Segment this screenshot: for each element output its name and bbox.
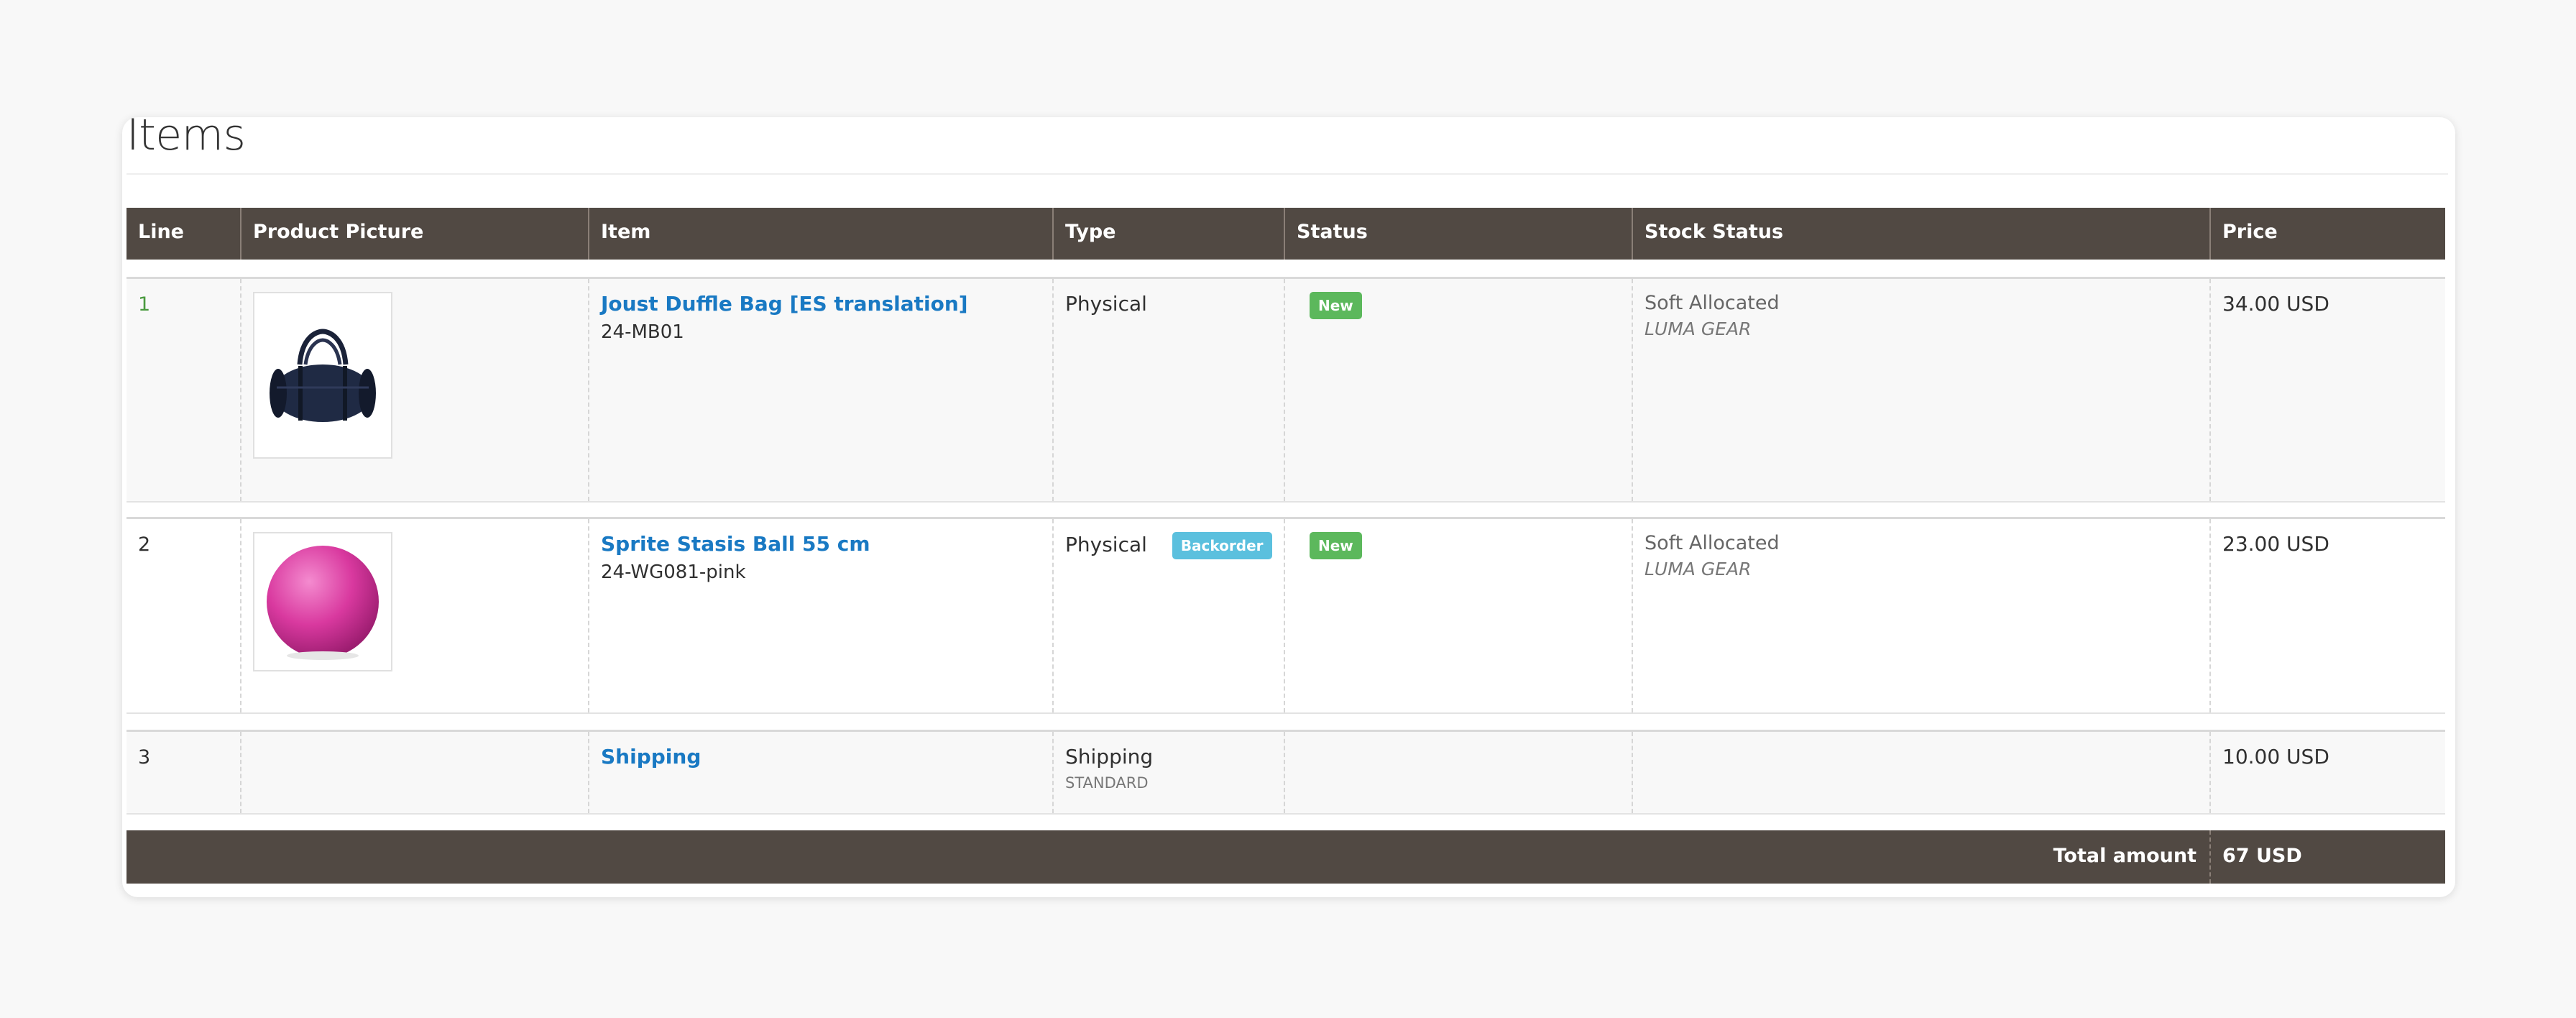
item-sku: 24-WG081-pink xyxy=(601,561,746,583)
picture-cell xyxy=(242,519,589,712)
header-product-picture[interactable]: Product Picture xyxy=(242,208,589,260)
price-cell: 10.00 USD xyxy=(2211,732,2445,813)
stock-source: LUMA GEAR xyxy=(1644,318,1752,339)
item-type: Shipping xyxy=(1065,745,1154,769)
line-cell: 1 xyxy=(126,279,242,501)
status-badge: New xyxy=(1310,292,1362,319)
item-cell: Sprite Stasis Ball 55 cm 24-WG081-pink xyxy=(589,519,1054,712)
title-divider xyxy=(126,173,2448,175)
header-line[interactable]: Line xyxy=(126,208,242,260)
stock-status: Soft Allocated xyxy=(1644,292,1780,314)
backorder-badge: Backorder xyxy=(1172,532,1272,559)
product-thumbnail[interactable] xyxy=(253,532,392,671)
picture-cell xyxy=(242,732,589,813)
line-cell: 3 xyxy=(126,732,242,813)
stock-status: Soft Allocated xyxy=(1644,532,1780,554)
item-link[interactable]: Shipping xyxy=(601,745,1052,769)
picture-cell xyxy=(242,279,589,501)
line-number: 2 xyxy=(138,533,151,556)
page-title: Items xyxy=(126,110,246,160)
item-cell: Shipping xyxy=(589,732,1054,813)
item-cell: Joust Duffle Bag [ES translation] 24-MB0… xyxy=(589,279,1054,501)
header-type[interactable]: Type xyxy=(1054,208,1285,260)
item-sku: 24-MB01 xyxy=(601,321,684,343)
item-type: Physical xyxy=(1065,292,1147,316)
line-number: 3 xyxy=(138,746,151,769)
status-cell: New xyxy=(1285,279,1633,501)
stock-status-cell: Soft Allocated LUMA GEAR xyxy=(1633,279,2211,501)
items-table: Line Product Picture Item Type Status St… xyxy=(126,208,2445,884)
header-item[interactable]: Item xyxy=(589,208,1054,260)
item-type: Physical xyxy=(1065,533,1147,556)
status-badge: New xyxy=(1310,532,1362,559)
items-panel: Items Line Product Picture Item Type Sta… xyxy=(122,110,2455,897)
stock-status-cell: Soft Allocated LUMA GEAR xyxy=(1633,519,2211,712)
status-cell xyxy=(1285,732,1633,813)
table-row: 1 Joust Duffle Bag [ES translation] 24-M… xyxy=(126,277,2445,503)
stock-source: LUMA GEAR xyxy=(1644,559,1752,579)
line-number: 1 xyxy=(138,293,151,316)
product-thumbnail[interactable] xyxy=(253,292,392,459)
stock-status-cell xyxy=(1633,732,2211,813)
total-amount-value: 67 USD xyxy=(2222,845,2302,867)
type-cell: Shipping STANDARD xyxy=(1054,732,1285,813)
header-stock-status[interactable]: Stock Status xyxy=(1633,208,2211,260)
type-cell: Physical xyxy=(1054,279,1285,501)
price-cell: 23.00 USD xyxy=(2211,519,2445,712)
item-price: 34.00 USD xyxy=(2222,292,2329,316)
total-amount-label: Total amount xyxy=(126,830,2211,884)
table-row: 3 Shipping Shipping STANDARD 10.00 USD xyxy=(126,730,2445,815)
stasis-ball-icon xyxy=(267,546,379,660)
line-cell: 2 xyxy=(126,519,242,712)
price-cell: 34.00 USD xyxy=(2211,279,2445,501)
item-link[interactable]: Sprite Stasis Ball 55 cm xyxy=(601,532,1052,556)
item-price: 10.00 USD xyxy=(2222,745,2329,769)
table-footer: Total amount 67 USD xyxy=(126,830,2445,884)
shipping-method: STANDARD xyxy=(1065,774,1149,792)
table-row: 2 Sprite Stasis Ball 55 cm 24-WG081-pink… xyxy=(126,517,2445,714)
status-cell: New xyxy=(1285,519,1633,712)
table-header: Line Product Picture Item Type Status St… xyxy=(126,208,2445,260)
item-link[interactable]: Joust Duffle Bag [ES translation] xyxy=(601,292,1052,316)
item-price: 23.00 USD xyxy=(2222,532,2329,556)
header-status[interactable]: Status xyxy=(1285,208,1633,260)
type-cell: Physical Backorder xyxy=(1054,519,1285,712)
duffle-bag-icon xyxy=(270,329,376,422)
header-price[interactable]: Price xyxy=(2211,208,2445,260)
